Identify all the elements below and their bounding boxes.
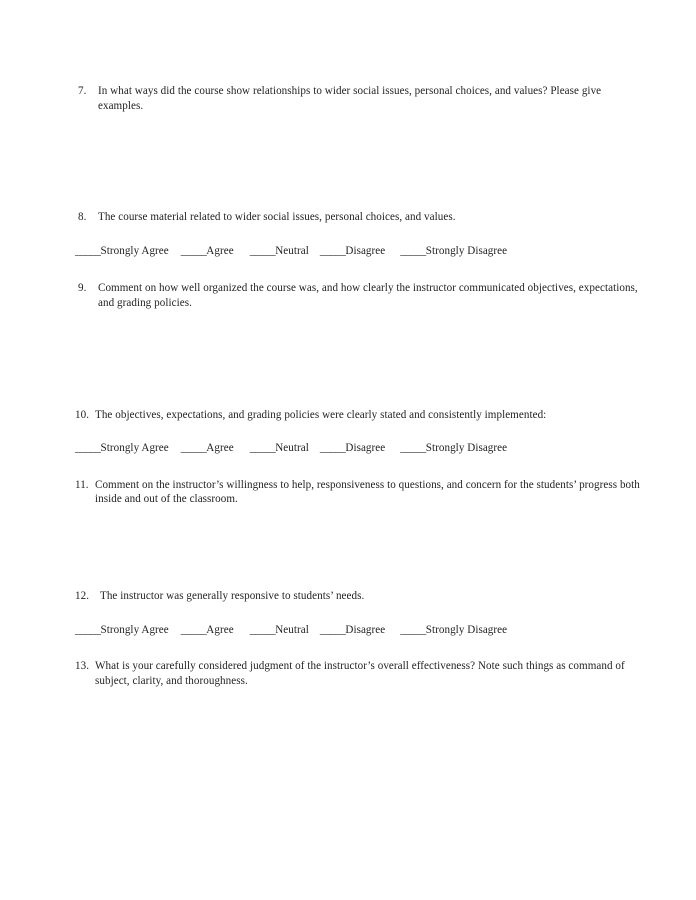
question-11: 11. Comment on the instructor’s willingn…	[75, 478, 640, 507]
likert-option-disagree[interactable]: _____Disagree	[320, 441, 385, 456]
question-13: 13. What is your carefully considered ju…	[75, 659, 640, 688]
question-8: 8. The course material related to wider …	[75, 210, 640, 225]
question-11-number: 11.	[75, 478, 89, 491]
likert-blank-strongly-disagree[interactable]: _____	[400, 245, 426, 257]
question-7-text: In what ways did the course show relatio…	[98, 85, 602, 112]
likert-blank-agree[interactable]: _____	[181, 245, 207, 257]
likert-blank-disagree[interactable]: _____	[320, 245, 346, 257]
likert-option-neutral[interactable]: _____Neutral	[250, 244, 309, 259]
likert-option-agree[interactable]: _____Agree	[181, 441, 234, 456]
likert-label-agree: Agree	[206, 442, 234, 455]
likert-option-strongly-disagree[interactable]: _____Strongly Disagree	[400, 244, 507, 259]
likert-blank-neutral[interactable]: _____	[250, 624, 276, 636]
likert-option-disagree[interactable]: _____Disagree	[320, 623, 385, 638]
likert-option-strongly-agree[interactable]: _____Strongly Agree	[75, 623, 169, 638]
question-9-text: Comment on how well organized the course…	[98, 282, 638, 309]
likert-label-disagree: Disagree	[345, 442, 386, 455]
likert-option-strongly-agree[interactable]: _____Strongly Agree	[75, 441, 169, 456]
question-9: 9. Comment on how well organized the cou…	[75, 281, 640, 310]
likert-blank-strongly-agree[interactable]: _____	[75, 442, 101, 454]
likert-option-agree[interactable]: _____Agree	[181, 244, 234, 259]
evaluation-form-page: 7. In what ways did the course show rela…	[0, 0, 696, 900]
likert-option-neutral[interactable]: _____Neutral	[250, 441, 309, 456]
likert-option-strongly-agree[interactable]: _____Strongly Agree	[75, 244, 169, 259]
likert-blank-strongly-agree[interactable]: _____	[75, 624, 101, 636]
likert-label-strongly-disagree: Strongly Disagree	[425, 442, 508, 455]
likert-label-disagree: Disagree	[345, 244, 386, 257]
likert-blank-disagree[interactable]: _____	[320, 442, 346, 454]
question-7: 7. In what ways did the course show rela…	[75, 84, 640, 113]
likert-blank-strongly-disagree[interactable]: _____	[400, 442, 426, 454]
likert-label-strongly-disagree: Strongly Disagree	[425, 623, 508, 636]
likert-label-agree: Agree	[206, 623, 234, 636]
likert-blank-agree[interactable]: _____	[181, 442, 207, 454]
likert-blank-neutral[interactable]: _____	[250, 245, 276, 257]
spacer-after-scale-10	[75, 456, 640, 478]
question-8-text: The course material related to wider soc…	[98, 211, 456, 224]
form-sheet: 7. In what ways did the course show rela…	[0, 0, 696, 785]
likert-scale-10: _____Strongly Agree _____Agree _____Neutra…	[75, 441, 640, 456]
likert-label-strongly-agree: Strongly Agree	[100, 442, 169, 455]
question-13-number: 13.	[75, 660, 90, 673]
likert-option-strongly-disagree[interactable]: _____Strongly Disagree	[400, 441, 507, 456]
question-9-number: 9.	[78, 282, 87, 295]
likert-label-disagree: Disagree	[345, 623, 386, 636]
likert-label-neutral: Neutral	[275, 623, 309, 636]
answer-space-9[interactable]	[75, 311, 640, 408]
likert-label-strongly-disagree: Strongly Disagree	[425, 244, 508, 257]
likert-label-strongly-agree: Strongly Agree	[100, 244, 169, 257]
question-12: 12. The instructor was generally respons…	[75, 589, 640, 604]
question-10-text: The objectives, expectations, and gradin…	[95, 408, 547, 421]
question-7-number: 7.	[78, 85, 87, 97]
likert-label-strongly-agree: Strongly Agree	[100, 623, 169, 636]
answer-space-7[interactable]	[75, 113, 640, 210]
question-11-text: Comment on the instructor’s willingness …	[95, 478, 640, 506]
likert-label-neutral: Neutral	[275, 442, 309, 455]
answer-space-11[interactable]	[75, 507, 640, 589]
spacer-after-scale-8	[75, 258, 640, 281]
likert-blank-strongly-agree[interactable]: _____	[75, 245, 101, 257]
likert-option-agree[interactable]: _____Agree	[181, 623, 234, 638]
likert-scale-12: _____Strongly Agree _____Agree _____Neutra…	[75, 623, 640, 638]
likert-blank-neutral[interactable]: _____	[250, 442, 276, 454]
question-10-number: 10.	[75, 408, 90, 421]
likert-blank-strongly-disagree[interactable]: _____	[400, 624, 426, 636]
likert-option-disagree[interactable]: _____Disagree	[320, 244, 385, 259]
question-12-number: 12.	[75, 589, 90, 602]
likert-label-neutral: Neutral	[275, 244, 309, 257]
question-13-text: What is your carefully considered judgme…	[95, 660, 625, 687]
question-10: 10. The objectives, expectations, and gr…	[75, 408, 640, 423]
likert-option-neutral[interactable]: _____Neutral	[250, 623, 309, 638]
likert-scale-8: _____Strongly Agree _____Agree _____Neutra…	[75, 244, 640, 259]
likert-option-strongly-disagree[interactable]: _____Strongly Disagree	[400, 623, 507, 638]
answer-space-13[interactable]	[75, 688, 640, 785]
question-8-number: 8.	[78, 211, 87, 224]
spacer-after-scale-12	[75, 637, 640, 659]
likert-label-agree: Agree	[206, 244, 234, 257]
question-12-text: The instructor was generally responsive …	[100, 589, 365, 602]
likert-blank-agree[interactable]: _____	[181, 624, 207, 636]
likert-blank-disagree[interactable]: _____	[320, 624, 346, 636]
